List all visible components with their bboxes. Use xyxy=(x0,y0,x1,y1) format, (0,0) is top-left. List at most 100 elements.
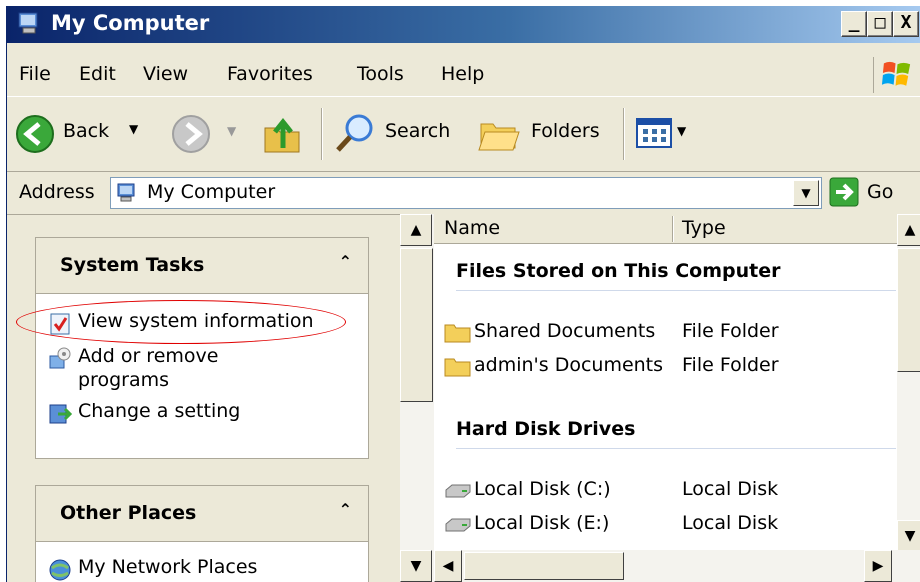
item-name: Local Disk (E:) xyxy=(474,512,610,534)
system-tasks-title: System Tasks xyxy=(60,254,205,276)
task-label: Add or remove programs xyxy=(78,345,219,391)
views-dropdown-icon[interactable]: ▼ xyxy=(677,124,686,138)
menu-bar: File Edit View Favorites Tools Help xyxy=(7,53,920,97)
task-label: Change a setting xyxy=(78,400,241,422)
search-label: Search xyxy=(385,120,451,142)
horizontal-scrollbar[interactable]: ▼ ◀ ▶ xyxy=(400,550,920,582)
menu-tools[interactable]: Tools xyxy=(357,63,404,85)
menu-edit[interactable]: Edit xyxy=(79,63,116,85)
scroll-thumb[interactable] xyxy=(464,552,624,580)
scroll-down-button[interactable]: ▼ xyxy=(897,520,920,552)
hard-disk-icon xyxy=(445,484,471,498)
add-remove-programs-icon xyxy=(49,347,71,369)
task-label: View system information xyxy=(78,310,314,332)
back-arrow-icon xyxy=(16,115,54,153)
forward-button[interactable]: ▼ xyxy=(171,114,251,154)
scroll-up-button[interactable]: ▲ xyxy=(400,214,432,246)
item-name: admin's Documents xyxy=(474,354,664,376)
my-computer-icon xyxy=(117,183,135,202)
maximize-button[interactable]: □ xyxy=(867,11,893,37)
scroll-thumb[interactable] xyxy=(897,248,920,372)
forward-arrow-icon xyxy=(172,115,210,153)
scroll-down-button[interactable]: ▼ xyxy=(400,550,432,582)
list-item[interactable]: admin's Documents File Folder xyxy=(434,352,894,382)
scroll-right-button[interactable]: ▶ xyxy=(864,550,892,582)
group-title-files-stored: Files Stored on This Computer xyxy=(456,260,781,282)
collapse-chevron-icon[interactable]: ⌃ xyxy=(339,500,352,519)
item-type: File Folder xyxy=(682,354,779,376)
system-tasks-header[interactable]: System Tasks ⌃ xyxy=(36,238,368,294)
file-list-pane: Name Type Files Stored on This Computer … xyxy=(434,214,920,582)
folders-button[interactable]: Folders xyxy=(477,112,613,156)
views-button[interactable]: ▼ xyxy=(635,116,699,152)
menu-view[interactable]: View xyxy=(143,63,188,85)
folder-icon xyxy=(444,324,471,343)
close-button[interactable]: X xyxy=(893,11,919,37)
menu-favorites[interactable]: Favorites xyxy=(227,63,313,85)
address-input[interactable]: My Computer ▼ xyxy=(110,177,822,209)
title-bar[interactable]: My Computer _ □ X xyxy=(7,6,920,43)
list-item[interactable]: Shared Documents File Folder xyxy=(434,318,894,348)
system-tasks-panel: System Tasks ⌃ View system information A… xyxy=(16,237,369,459)
item-type: File Folder xyxy=(682,320,779,342)
folders-label: Folders xyxy=(531,120,600,142)
toolbar: Back ▼ ▼ Search Folders ▼ xyxy=(7,98,920,172)
menu-file[interactable]: File xyxy=(19,63,51,85)
file-list-vertical-scrollbar[interactable]: ▲ ▼ xyxy=(897,214,920,558)
back-label: Back xyxy=(63,120,110,142)
forward-dropdown-icon[interactable]: ▼ xyxy=(227,124,236,138)
go-button[interactable]: Go xyxy=(867,181,893,203)
scroll-left-button[interactable]: ◀ xyxy=(434,550,462,582)
windows-logo-icon xyxy=(873,57,911,93)
task-view-system-information[interactable]: View system information xyxy=(16,300,368,344)
task-change-setting[interactable]: Change a setting xyxy=(36,398,368,432)
system-info-icon xyxy=(50,313,70,335)
back-button[interactable]: Back ▼ xyxy=(15,112,165,156)
toolbar-separator xyxy=(321,108,323,160)
menu-help[interactable]: Help xyxy=(441,63,484,85)
task-add-remove-programs[interactable]: Add or remove programs xyxy=(36,342,368,398)
group-divider xyxy=(456,448,896,449)
place-label: My Network Places xyxy=(78,556,258,578)
search-button[interactable]: Search xyxy=(333,112,467,156)
minimize-button[interactable]: _ xyxy=(841,11,867,37)
item-type: Local Disk xyxy=(682,512,779,534)
control-panel-icon xyxy=(49,404,72,424)
item-name: Shared Documents xyxy=(474,320,656,342)
group-divider xyxy=(456,290,896,291)
scroll-thumb[interactable] xyxy=(400,248,433,402)
hard-disk-icon xyxy=(445,518,471,532)
column-separator[interactable] xyxy=(672,216,674,242)
my-computer-icon xyxy=(18,12,38,34)
item-type: Local Disk xyxy=(682,478,779,500)
address-value: My Computer xyxy=(147,181,276,203)
search-icon xyxy=(336,114,373,152)
place-my-network-places[interactable]: My Network Places xyxy=(36,554,368,582)
folders-icon xyxy=(478,123,520,151)
explorer-window: My Computer _ □ X File Edit View Favorit… xyxy=(6,6,920,582)
list-item[interactable]: Local Disk (E:) Local Disk xyxy=(434,510,894,540)
other-places-header[interactable]: Other Places ⌃ xyxy=(36,486,368,542)
address-bar: Address My Computer ▼ Go xyxy=(7,173,920,213)
network-places-icon xyxy=(49,559,71,581)
window-title: My Computer xyxy=(51,11,210,35)
other-places-title: Other Places xyxy=(60,502,197,524)
task-pane: System Tasks ⌃ View system information A… xyxy=(7,214,400,582)
task-pane-scrollbar[interactable]: ▲ ▼ xyxy=(400,214,434,582)
column-type[interactable]: Type xyxy=(682,217,726,239)
address-dropdown-button[interactable]: ▼ xyxy=(793,180,819,206)
scroll-up-button[interactable]: ▲ xyxy=(897,214,920,246)
other-places-panel: Other Places ⌃ My Network Places xyxy=(35,485,369,582)
address-label: Address xyxy=(19,181,95,203)
go-arrow-icon[interactable] xyxy=(829,177,859,207)
item-name: Local Disk (C:) xyxy=(474,478,611,500)
folder-icon xyxy=(444,358,471,377)
collapse-chevron-icon[interactable]: ⌃ xyxy=(339,252,352,271)
group-title-hard-disk-drives: Hard Disk Drives xyxy=(456,418,636,440)
up-folder-icon[interactable] xyxy=(261,114,305,158)
back-dropdown-icon[interactable]: ▼ xyxy=(129,122,138,136)
toolbar-separator-2 xyxy=(623,108,625,160)
views-icon xyxy=(636,118,672,148)
list-item[interactable]: Local Disk (C:) Local Disk xyxy=(434,476,894,506)
column-name[interactable]: Name xyxy=(444,217,500,239)
